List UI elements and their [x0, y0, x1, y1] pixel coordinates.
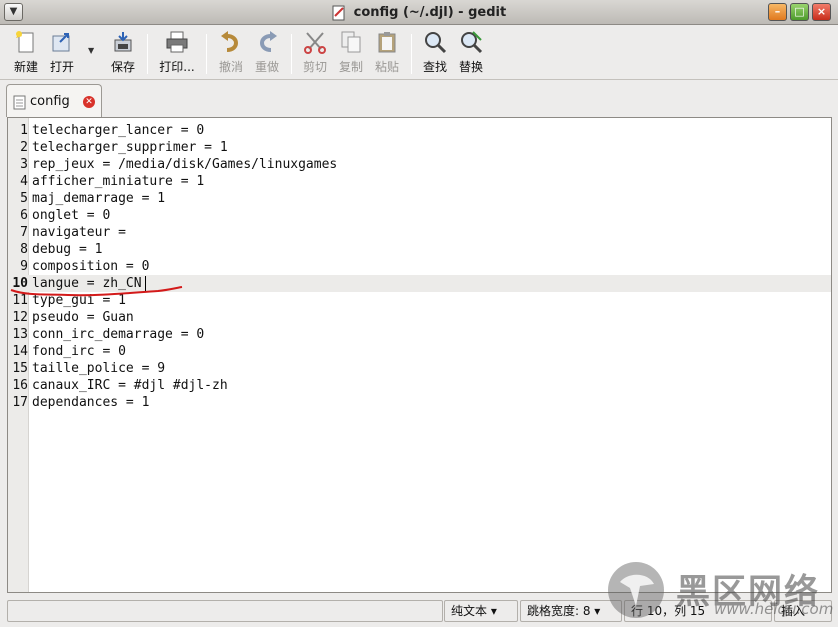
- line-text[interactable]: afficher_miniature = 1: [32, 173, 204, 190]
- search-icon: [425, 32, 447, 54]
- language-selector[interactable]: 纯文本 ▾: [444, 600, 518, 622]
- line-text[interactable]: telecharger_lancer = 0: [32, 122, 204, 139]
- document-tab-bar: config ✕: [0, 81, 838, 117]
- close-window-button[interactable]: ×: [812, 3, 831, 21]
- toolbar-separator: [206, 34, 207, 74]
- tab-config[interactable]: config ✕: [6, 84, 102, 117]
- printer-icon: [166, 31, 188, 53]
- status-message: [7, 600, 443, 622]
- editor-line[interactable]: 4 afficher_miniature = 1: [8, 173, 831, 190]
- editor-line[interactable]: 16 canaux_IRC = #djl #djl-zh: [8, 377, 831, 394]
- find-replace-icon: [461, 31, 483, 54]
- maximize-button[interactable]: □: [790, 3, 809, 21]
- line-text[interactable]: dependances = 1: [32, 394, 149, 411]
- toolbar-separator: [147, 34, 148, 74]
- paste-button[interactable]: 粘贴: [367, 30, 407, 75]
- tab-label: config: [30, 94, 70, 109]
- line-number: 1: [20, 123, 28, 138]
- editor-line[interactable]: 12 pseudo = Guan: [8, 309, 831, 326]
- open-folder-icon: [52, 33, 70, 52]
- editor-line[interactable]: 13 conn_irc_demarrage = 0: [8, 326, 831, 343]
- editor-line[interactable]: 3 rep_jeux = /media/disk/Games/linuxgames: [8, 156, 831, 173]
- line-text[interactable]: composition = 0: [32, 258, 149, 275]
- line-text[interactable]: navigateur =: [32, 224, 126, 241]
- line-text[interactable]: taille_police = 9: [32, 360, 165, 377]
- line-text[interactable]: rep_jeux = /media/disk/Games/linuxgames: [32, 156, 337, 173]
- close-tab-icon[interactable]: ✕: [83, 96, 95, 108]
- scissors-icon: [304, 32, 326, 54]
- editor-line[interactable]: 2 telecharger_supprimer = 1: [8, 139, 831, 156]
- line-number: 2: [20, 140, 28, 155]
- line-number: 15: [12, 361, 28, 376]
- cut-button[interactable]: 剪切: [295, 30, 335, 75]
- editor-line[interactable]: 15 taille_police = 9: [8, 360, 831, 377]
- text-editor[interactable]: 1 telecharger_lancer = 0 2 telecharger_supp…: [7, 117, 832, 593]
- undo-button[interactable]: 撤消: [211, 30, 251, 75]
- new-button[interactable]: 新建: [6, 30, 46, 75]
- print-button[interactable]: 打印...: [154, 30, 200, 75]
- editor-line[interactable]: 9 composition = 0: [8, 258, 831, 275]
- undo-icon: [221, 31, 238, 52]
- tab-width-selector[interactable]: 跳格宽度: 8 ▾: [520, 600, 622, 622]
- line-text[interactable]: conn_irc_demarrage = 0: [32, 326, 204, 343]
- copy-icon: [341, 31, 361, 53]
- line-number: 5: [20, 191, 28, 206]
- line-text[interactable]: onglet = 0: [32, 207, 110, 224]
- text-document-icon: [13, 95, 26, 110]
- open-recent-dropdown-icon[interactable]: ▼: [88, 46, 94, 55]
- line-text[interactable]: telecharger_supprimer = 1: [32, 139, 228, 156]
- document-edit-icon: [332, 5, 345, 20]
- window-title-area: config (~/.djl) - gedit: [0, 0, 838, 25]
- line-number: 17: [12, 395, 28, 410]
- line-number: 4: [20, 174, 28, 189]
- line-text[interactable]: maj_demarrage = 1: [32, 190, 165, 207]
- toolbar-separator: [291, 34, 292, 74]
- editor-line[interactable]: 1 telecharger_lancer = 0: [8, 122, 831, 139]
- editor-line[interactable]: 17 dependances = 1: [8, 394, 831, 411]
- new-document-icon: [16, 31, 34, 53]
- red-underline-annotation: [10, 286, 183, 297]
- insert-mode: 插入: [774, 600, 832, 622]
- line-number: 16: [12, 378, 28, 393]
- line-number: 9: [20, 259, 28, 274]
- toolbar: 新建 打开 ▼ 保存 打印... 撤消 重做 剪切 复制 粘贴 查找 替换: [0, 26, 838, 80]
- window-title: config (~/.djl) - gedit: [353, 5, 507, 20]
- editor-line[interactable]: 5 maj_demarrage = 1: [8, 190, 831, 207]
- line-text[interactable]: canaux_IRC = #djl #djl-zh: [32, 377, 228, 394]
- find-button[interactable]: 查找: [415, 30, 455, 75]
- line-number: 8: [20, 242, 28, 257]
- line-text[interactable]: debug = 1: [32, 241, 102, 258]
- line-text[interactable]: fond_irc = 0: [32, 343, 126, 360]
- editor-line[interactable]: 7 navigateur =: [8, 224, 831, 241]
- status-bar: 纯文本 ▾ 跳格宽度: 8 ▾ 行 10，列 15 插入: [0, 597, 838, 627]
- minimize-button[interactable]: –: [768, 3, 787, 21]
- editor-line[interactable]: 8 debug = 1: [8, 241, 831, 258]
- editor-line[interactable]: 6 onglet = 0: [8, 207, 831, 224]
- replace-button[interactable]: 替换: [451, 30, 491, 75]
- line-number: 13: [12, 327, 28, 342]
- cursor-position: 行 10，列 15: [624, 600, 772, 622]
- line-number: 14: [12, 344, 28, 359]
- copy-button[interactable]: 复制: [331, 30, 371, 75]
- line-number: 12: [12, 310, 28, 325]
- clipboard-icon: [378, 32, 396, 53]
- line-number: 6: [20, 208, 28, 223]
- line-text[interactable]: pseudo = Guan: [32, 309, 134, 326]
- redo-button[interactable]: 重做: [247, 30, 287, 75]
- save-button[interactable]: 保存: [103, 30, 143, 75]
- redo-icon: [260, 31, 277, 52]
- save-icon: [114, 32, 132, 52]
- title-bar: ▼ config (~/.djl) - gedit – □ ×: [0, 0, 838, 25]
- toolbar-separator: [411, 34, 412, 74]
- line-number: 3: [20, 157, 28, 172]
- line-number: 7: [20, 225, 28, 240]
- open-button[interactable]: 打开: [42, 30, 82, 75]
- editor-line[interactable]: 14 fond_irc = 0: [8, 343, 831, 360]
